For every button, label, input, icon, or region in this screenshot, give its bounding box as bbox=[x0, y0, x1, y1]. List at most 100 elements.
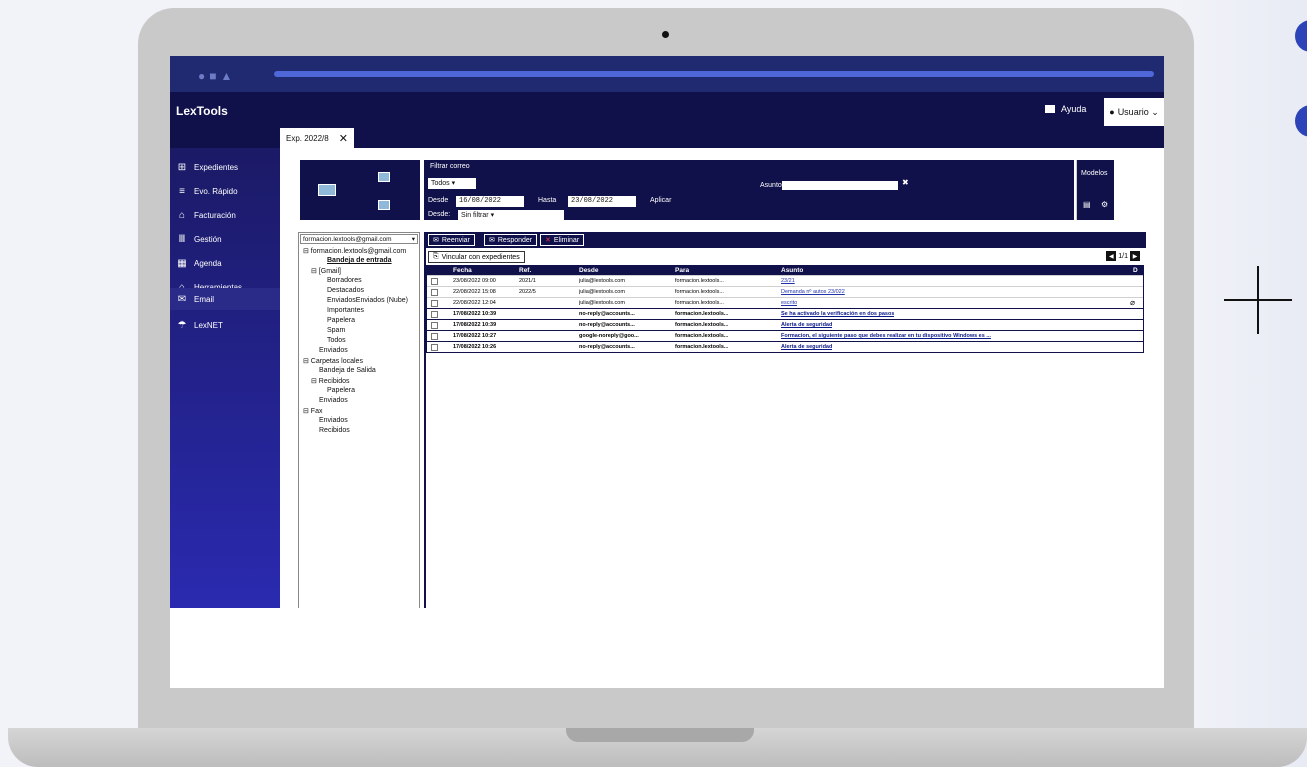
next-page-icon[interactable]: ▶ bbox=[1130, 251, 1140, 261]
user-menu-button[interactable]: ● Usuario ⌄ bbox=[1104, 98, 1164, 126]
tree-item[interactable]: Todos bbox=[327, 337, 346, 344]
row-checkbox[interactable] bbox=[431, 333, 438, 340]
tree-item[interactable]: ⊟ Recibidos bbox=[311, 377, 350, 385]
mail-type-select[interactable]: Todos ▾ bbox=[428, 178, 476, 189]
table-row[interactable]: 22/08/2022 12:04 julia@lextools.com formac… bbox=[427, 297, 1143, 308]
folders-icon: ⊞ bbox=[177, 161, 187, 173]
from-label: Desde bbox=[428, 197, 449, 204]
tree-item[interactable]: Spam bbox=[327, 327, 345, 334]
row-checkbox[interactable] bbox=[431, 289, 438, 296]
tree-item[interactable]: EnviadosEnviados (Nube) bbox=[327, 297, 408, 304]
thumbnail-icon[interactable] bbox=[318, 184, 336, 196]
clear-icon[interactable]: ✖ bbox=[902, 178, 909, 187]
tab-label: Exp. 2022/8 bbox=[286, 133, 329, 143]
table-row[interactable]: 22/08/2022 15:08 2022/5 julia@lextools.com… bbox=[427, 286, 1143, 297]
plus-icon bbox=[1257, 266, 1259, 334]
from-date-input[interactable]: 16/08/2022 bbox=[456, 196, 524, 207]
col-d[interactable]: D bbox=[1133, 267, 1138, 274]
col-desde[interactable]: Desde bbox=[579, 267, 599, 274]
row-asunto[interactable]: escrito bbox=[781, 300, 797, 306]
thumbnail-icon[interactable] bbox=[378, 200, 390, 210]
filter-panel: Filtrar correo Todos ▾ Desde 16/08/2022 … bbox=[424, 160, 1074, 221]
mail-icon: ✉ bbox=[177, 293, 187, 305]
help-button[interactable]: Ayuda bbox=[1045, 104, 1086, 114]
sidebar-item-facturacion[interactable]: ⌂ Facturación bbox=[170, 204, 280, 226]
tree-item[interactable]: Enviados bbox=[319, 397, 348, 404]
screen-bottom bbox=[170, 608, 1164, 688]
tab-expediente[interactable]: Exp. 2022/8 ✕ bbox=[280, 128, 354, 148]
tree-item[interactable]: Borradores bbox=[327, 277, 362, 284]
row-asunto[interactable]: Se ha activado la verificación en dos pa… bbox=[781, 311, 894, 317]
delete-button[interactable]: ✕ Eliminar bbox=[540, 234, 585, 246]
sidebar-item-label: Expedientes bbox=[194, 162, 239, 172]
col-ref[interactable]: Ref. bbox=[519, 267, 531, 274]
to-date-input[interactable]: 23/08/2022 bbox=[568, 196, 636, 207]
table-row[interactable]: 17/08/2022 10:39 no-reply@accounts... form… bbox=[427, 308, 1143, 319]
link-expedientes-button[interactable]: ⎘ Vincular con expedientes bbox=[428, 251, 525, 263]
row-ref: 2022/5 bbox=[519, 289, 536, 295]
apply-button[interactable]: Aplicar bbox=[650, 197, 671, 204]
tree-item[interactable]: Enviados bbox=[319, 347, 348, 354]
reply-label: Responder bbox=[497, 236, 533, 244]
table-body: 23/08/2022 09:00 2021/1 julia@lextools.com… bbox=[427, 275, 1143, 352]
close-icon[interactable]: ✕ bbox=[339, 132, 348, 145]
thumbnail-icon[interactable] bbox=[378, 172, 390, 182]
tree-item[interactable]: Enviados bbox=[319, 417, 348, 424]
row-checkbox[interactable] bbox=[431, 278, 438, 285]
row-asunto[interactable]: 23/21 bbox=[781, 278, 795, 284]
sidebar-item-gestion[interactable]: Ⅲ Gestión bbox=[170, 228, 280, 250]
table-row[interactable]: 23/08/2022 09:00 2021/1 julia@lextools.com… bbox=[427, 275, 1143, 286]
tree-item[interactable]: ⊟ [Gmail] bbox=[311, 267, 341, 275]
row-asunto[interactable]: Alerta de seguridad bbox=[781, 344, 832, 350]
tree-item[interactable]: Bandeja de entrada bbox=[327, 257, 392, 264]
chevron-down-icon: ▾ bbox=[411, 236, 415, 243]
table-row[interactable]: 17/08/2022 10:39 no-reply@accounts... form… bbox=[427, 319, 1143, 330]
row-asunto[interactable]: Formacion, el siguiente paso que debes r… bbox=[781, 333, 991, 339]
bank-icon: Ⅲ bbox=[178, 233, 186, 245]
models-label: Modelos bbox=[1081, 170, 1108, 177]
sidebar-item-email[interactable]: ✉ Email bbox=[170, 288, 280, 310]
mail-pane: ✉ Reenviar ✉ Responder ✕ Eliminar ⎘ Vincular… bbox=[424, 232, 1146, 612]
sidebar-item-expedientes[interactable]: ⊞ Expedientes bbox=[170, 156, 280, 178]
row-checkbox[interactable] bbox=[431, 322, 438, 329]
sidebar-item-evo-rapido[interactable]: ≡ Evo. Rápido bbox=[170, 180, 280, 202]
sidebar: ⊞ Expedientes ≡ Evo. Rápido ⌂ Facturación Ⅲ… bbox=[170, 148, 280, 608]
row-para: formacion.lextools... bbox=[675, 311, 729, 317]
tree-item[interactable]: Importantes bbox=[327, 307, 364, 314]
sidebar-item-lexnet[interactable]: ☂ LexNET bbox=[170, 314, 280, 336]
account-select[interactable]: formacion.lextools@gmail.com ▾ bbox=[300, 234, 418, 244]
table-row[interactable]: 17/08/2022 10:27 google-noreply@goo... for… bbox=[427, 330, 1143, 341]
tree-item[interactable]: Recibidos bbox=[319, 427, 350, 434]
delete-label: Eliminar bbox=[553, 236, 580, 244]
tree-item[interactable]: Destacados bbox=[327, 287, 364, 294]
tree-item[interactable]: Bandeja de Salida bbox=[319, 367, 376, 374]
address-bar[interactable] bbox=[274, 71, 1154, 77]
tree-item[interactable]: ⊟ formacion.lextools@gmail.com bbox=[303, 247, 406, 255]
col-asunto[interactable]: Asunto bbox=[781, 267, 803, 274]
sidebar-item-agenda[interactable]: ▦ Agenda bbox=[170, 252, 280, 274]
source-select[interactable]: Sin filtrar ▾ bbox=[458, 210, 564, 221]
view-thumbnails bbox=[300, 160, 420, 220]
col-fecha[interactable]: Fecha bbox=[453, 267, 472, 274]
subject-input[interactable] bbox=[782, 181, 898, 190]
folder-tree: formacion.lextools@gmail.com ▾ ⊟ formacio… bbox=[298, 232, 420, 612]
gear-icon[interactable]: ⚙ bbox=[1101, 200, 1108, 209]
row-ref: 2021/1 bbox=[519, 278, 536, 284]
tree-item[interactable]: ⊟ Fax bbox=[303, 407, 322, 415]
row-asunto[interactable]: Alerta de seguridad bbox=[781, 322, 832, 328]
reply-button[interactable]: ✉ Responder bbox=[484, 234, 538, 246]
tree-item[interactable]: ⊟ Carpetas locales bbox=[303, 357, 363, 365]
row-asunto[interactable]: Demanda nº autos 23/022 bbox=[781, 289, 845, 295]
print-icon[interactable]: ▤ bbox=[1083, 200, 1091, 209]
forward-button[interactable]: ✉ Reenviar bbox=[428, 234, 475, 246]
camera-icon bbox=[662, 31, 669, 38]
laptop-notch bbox=[566, 728, 754, 742]
col-para[interactable]: Para bbox=[675, 267, 689, 274]
tree-item[interactable]: Papelera bbox=[327, 317, 355, 324]
row-checkbox[interactable] bbox=[431, 344, 438, 351]
row-checkbox[interactable] bbox=[431, 300, 438, 307]
tree-item[interactable]: Papelera bbox=[327, 387, 355, 394]
prev-page-icon[interactable]: ◀ bbox=[1106, 251, 1117, 261]
row-checkbox[interactable] bbox=[431, 311, 438, 318]
table-row[interactable]: 17/08/2022 10:26 no-reply@accounts... form… bbox=[427, 341, 1143, 352]
